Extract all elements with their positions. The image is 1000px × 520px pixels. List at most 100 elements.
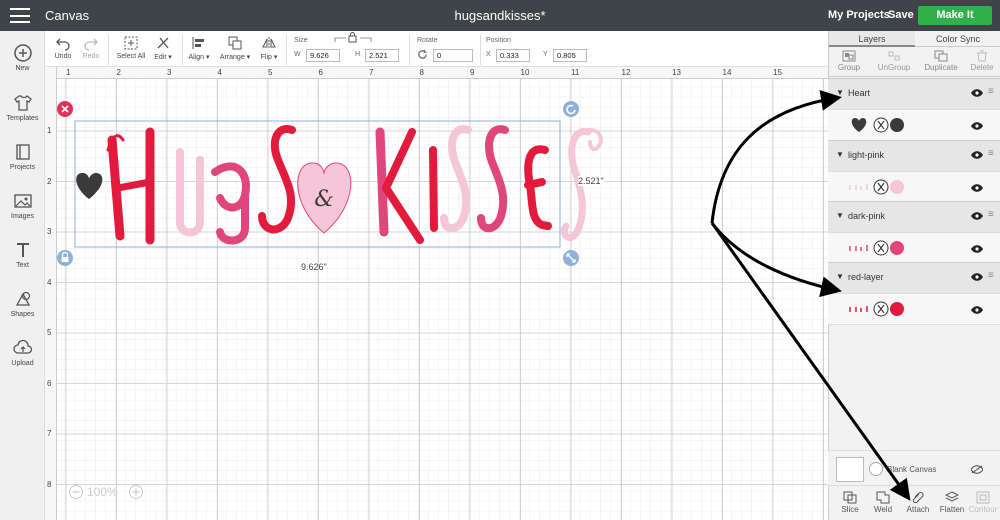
cut-scissors-icon[interactable] (873, 179, 889, 195)
duplicate-button[interactable]: Duplicate (919, 48, 963, 72)
undo-icon (56, 38, 70, 51)
drag-handle-icon[interactable]: ≡ (988, 270, 994, 281)
flip-menu-button[interactable]: Flip ▾ (257, 31, 281, 61)
canvas-thumbnail (836, 457, 864, 482)
eye-icon[interactable] (971, 89, 983, 97)
sidebar-item-shapes[interactable]: Shapes (0, 289, 45, 318)
align-menu-button[interactable]: Align ▾ (187, 31, 211, 61)
shapes-icon (15, 291, 30, 306)
rotate-handle-icon[interactable] (563, 101, 579, 117)
layer-group-red-layer[interactable]: ▼ red-layer ≡ (828, 262, 1000, 293)
sidebar-item-projects[interactable]: Projects (0, 142, 45, 171)
layer-group-heart[interactable]: ▼ Heart ≡ (828, 78, 1000, 109)
flatten-icon (945, 491, 959, 502)
group-button[interactable]: Group (829, 48, 869, 72)
hidden-eye-icon[interactable] (971, 465, 983, 474)
flip-label: Flip ▾ (260, 54, 278, 61)
expand-caret-icon[interactable]: ▼ (836, 88, 844, 97)
weld-icon (876, 491, 890, 504)
select-all-icon (124, 36, 138, 50)
select-all-button[interactable]: Select All (113, 31, 149, 60)
tab-color-sync[interactable]: Color Sync (915, 31, 1000, 47)
layer-name: red-layer (848, 272, 884, 282)
layer-group-dark-pink[interactable]: ▼ dark-pink ≡ (828, 201, 1000, 232)
sidebar-item-templates[interactable]: Templates (0, 93, 45, 122)
cut-scissors-icon[interactable] (873, 117, 889, 133)
panel-divider (829, 76, 1000, 77)
slice-icon (843, 491, 857, 504)
canvas-color-swatch[interactable] (869, 462, 883, 476)
position-label: Position (486, 37, 511, 44)
redo-button[interactable]: Redo (79, 31, 103, 60)
eye-icon[interactable] (971, 212, 983, 220)
select-all-label: Select All (116, 53, 146, 60)
shirt-icon (13, 95, 32, 111)
layer-group-light-pink[interactable]: ▼ light-pink ≡ (828, 140, 1000, 171)
menu-icon[interactable] (10, 8, 30, 23)
undo-button[interactable]: Undo (51, 31, 75, 60)
expand-caret-icon[interactable]: ▼ (836, 272, 844, 281)
eye-icon[interactable] (971, 122, 983, 130)
expand-caret-icon[interactable]: ▼ (836, 150, 844, 159)
sidebar-item-images[interactable]: Images (0, 191, 45, 220)
align-label: Align ▾ (188, 54, 210, 61)
group-icon (842, 50, 856, 62)
eye-icon[interactable] (971, 306, 983, 314)
weld-button[interactable]: Weld (866, 488, 900, 514)
make-it-button[interactable]: Make It (918, 6, 992, 25)
layer-row-red-layer[interactable] (828, 293, 1000, 324)
kisses-letters[interactable] (375, 125, 603, 244)
contour-button[interactable]: Contour (966, 488, 1000, 514)
drag-handle-icon[interactable]: ≡ (988, 86, 994, 97)
slice-button[interactable]: Slice (833, 488, 867, 514)
my-projects-link[interactable]: My Projects (828, 9, 890, 21)
save-button[interactable]: Save (888, 9, 914, 21)
attach-label: Attach (906, 505, 930, 514)
left-sidebar: New Templates Projects Images Text Shape… (0, 31, 45, 520)
delete-button[interactable]: Delete (963, 48, 1000, 72)
ungroup-button[interactable]: UnGroup (869, 48, 919, 72)
small-heart-shape[interactable] (76, 172, 103, 199)
tab-layers[interactable]: Layers (829, 31, 915, 47)
layer-color-swatch[interactable] (890, 241, 904, 255)
light-pink-thumbnail (849, 184, 868, 190)
book-icon (15, 144, 30, 160)
sidebar-item-text[interactable]: Text (0, 240, 45, 269)
arrange-menu-button[interactable]: Arrange ▾ (217, 31, 253, 61)
y-position-field[interactable]: 0.805 (553, 49, 587, 62)
sidebar-item-upload[interactable]: Upload (0, 338, 45, 367)
layer-color-swatch[interactable] (890, 180, 904, 194)
expand-caret-icon[interactable]: ▼ (836, 211, 844, 220)
x-position-field[interactable]: 0.333 (496, 49, 530, 62)
flatten-button[interactable]: Flatten (935, 488, 969, 514)
width-field[interactable]: 9.626 (306, 49, 340, 62)
height-field[interactable]: 2.521 (365, 49, 399, 62)
cut-scissors-icon[interactable] (873, 301, 889, 317)
drag-handle-icon[interactable]: ≡ (988, 209, 994, 220)
duplicate-icon (934, 50, 948, 62)
design-layer[interactable]: & (45, 67, 828, 520)
blank-canvas-row[interactable]: Blank Canvas (828, 450, 1000, 486)
layer-row-heart[interactable] (828, 109, 1000, 140)
width-readout: 9.626" (301, 262, 327, 272)
cut-scissors-icon[interactable] (873, 240, 889, 256)
height-label: H (355, 51, 361, 58)
layer-row-light-pink[interactable] (828, 171, 1000, 202)
layer-row-dark-pink[interactable] (828, 232, 1000, 263)
eye-icon[interactable] (971, 273, 983, 281)
eye-icon[interactable] (971, 245, 983, 253)
layer-color-swatch[interactable] (890, 118, 904, 132)
contour-icon (976, 491, 990, 504)
hugs-letters[interactable] (106, 125, 296, 245)
blank-canvas-label: Blank Canvas (887, 465, 937, 474)
lock-aspect-icon[interactable] (333, 32, 373, 44)
sidebar-item-new[interactable]: New (0, 43, 45, 72)
layer-color-swatch[interactable] (890, 302, 904, 316)
eye-icon[interactable] (971, 151, 983, 159)
eye-icon[interactable] (971, 184, 983, 192)
attach-button[interactable]: Attach (901, 488, 935, 514)
edit-menu-button[interactable]: Edit ▾ (151, 31, 175, 61)
app-title: Canvas (45, 8, 90, 23)
rotate-field[interactable]: 0 (433, 49, 473, 62)
drag-handle-icon[interactable]: ≡ (988, 148, 994, 159)
